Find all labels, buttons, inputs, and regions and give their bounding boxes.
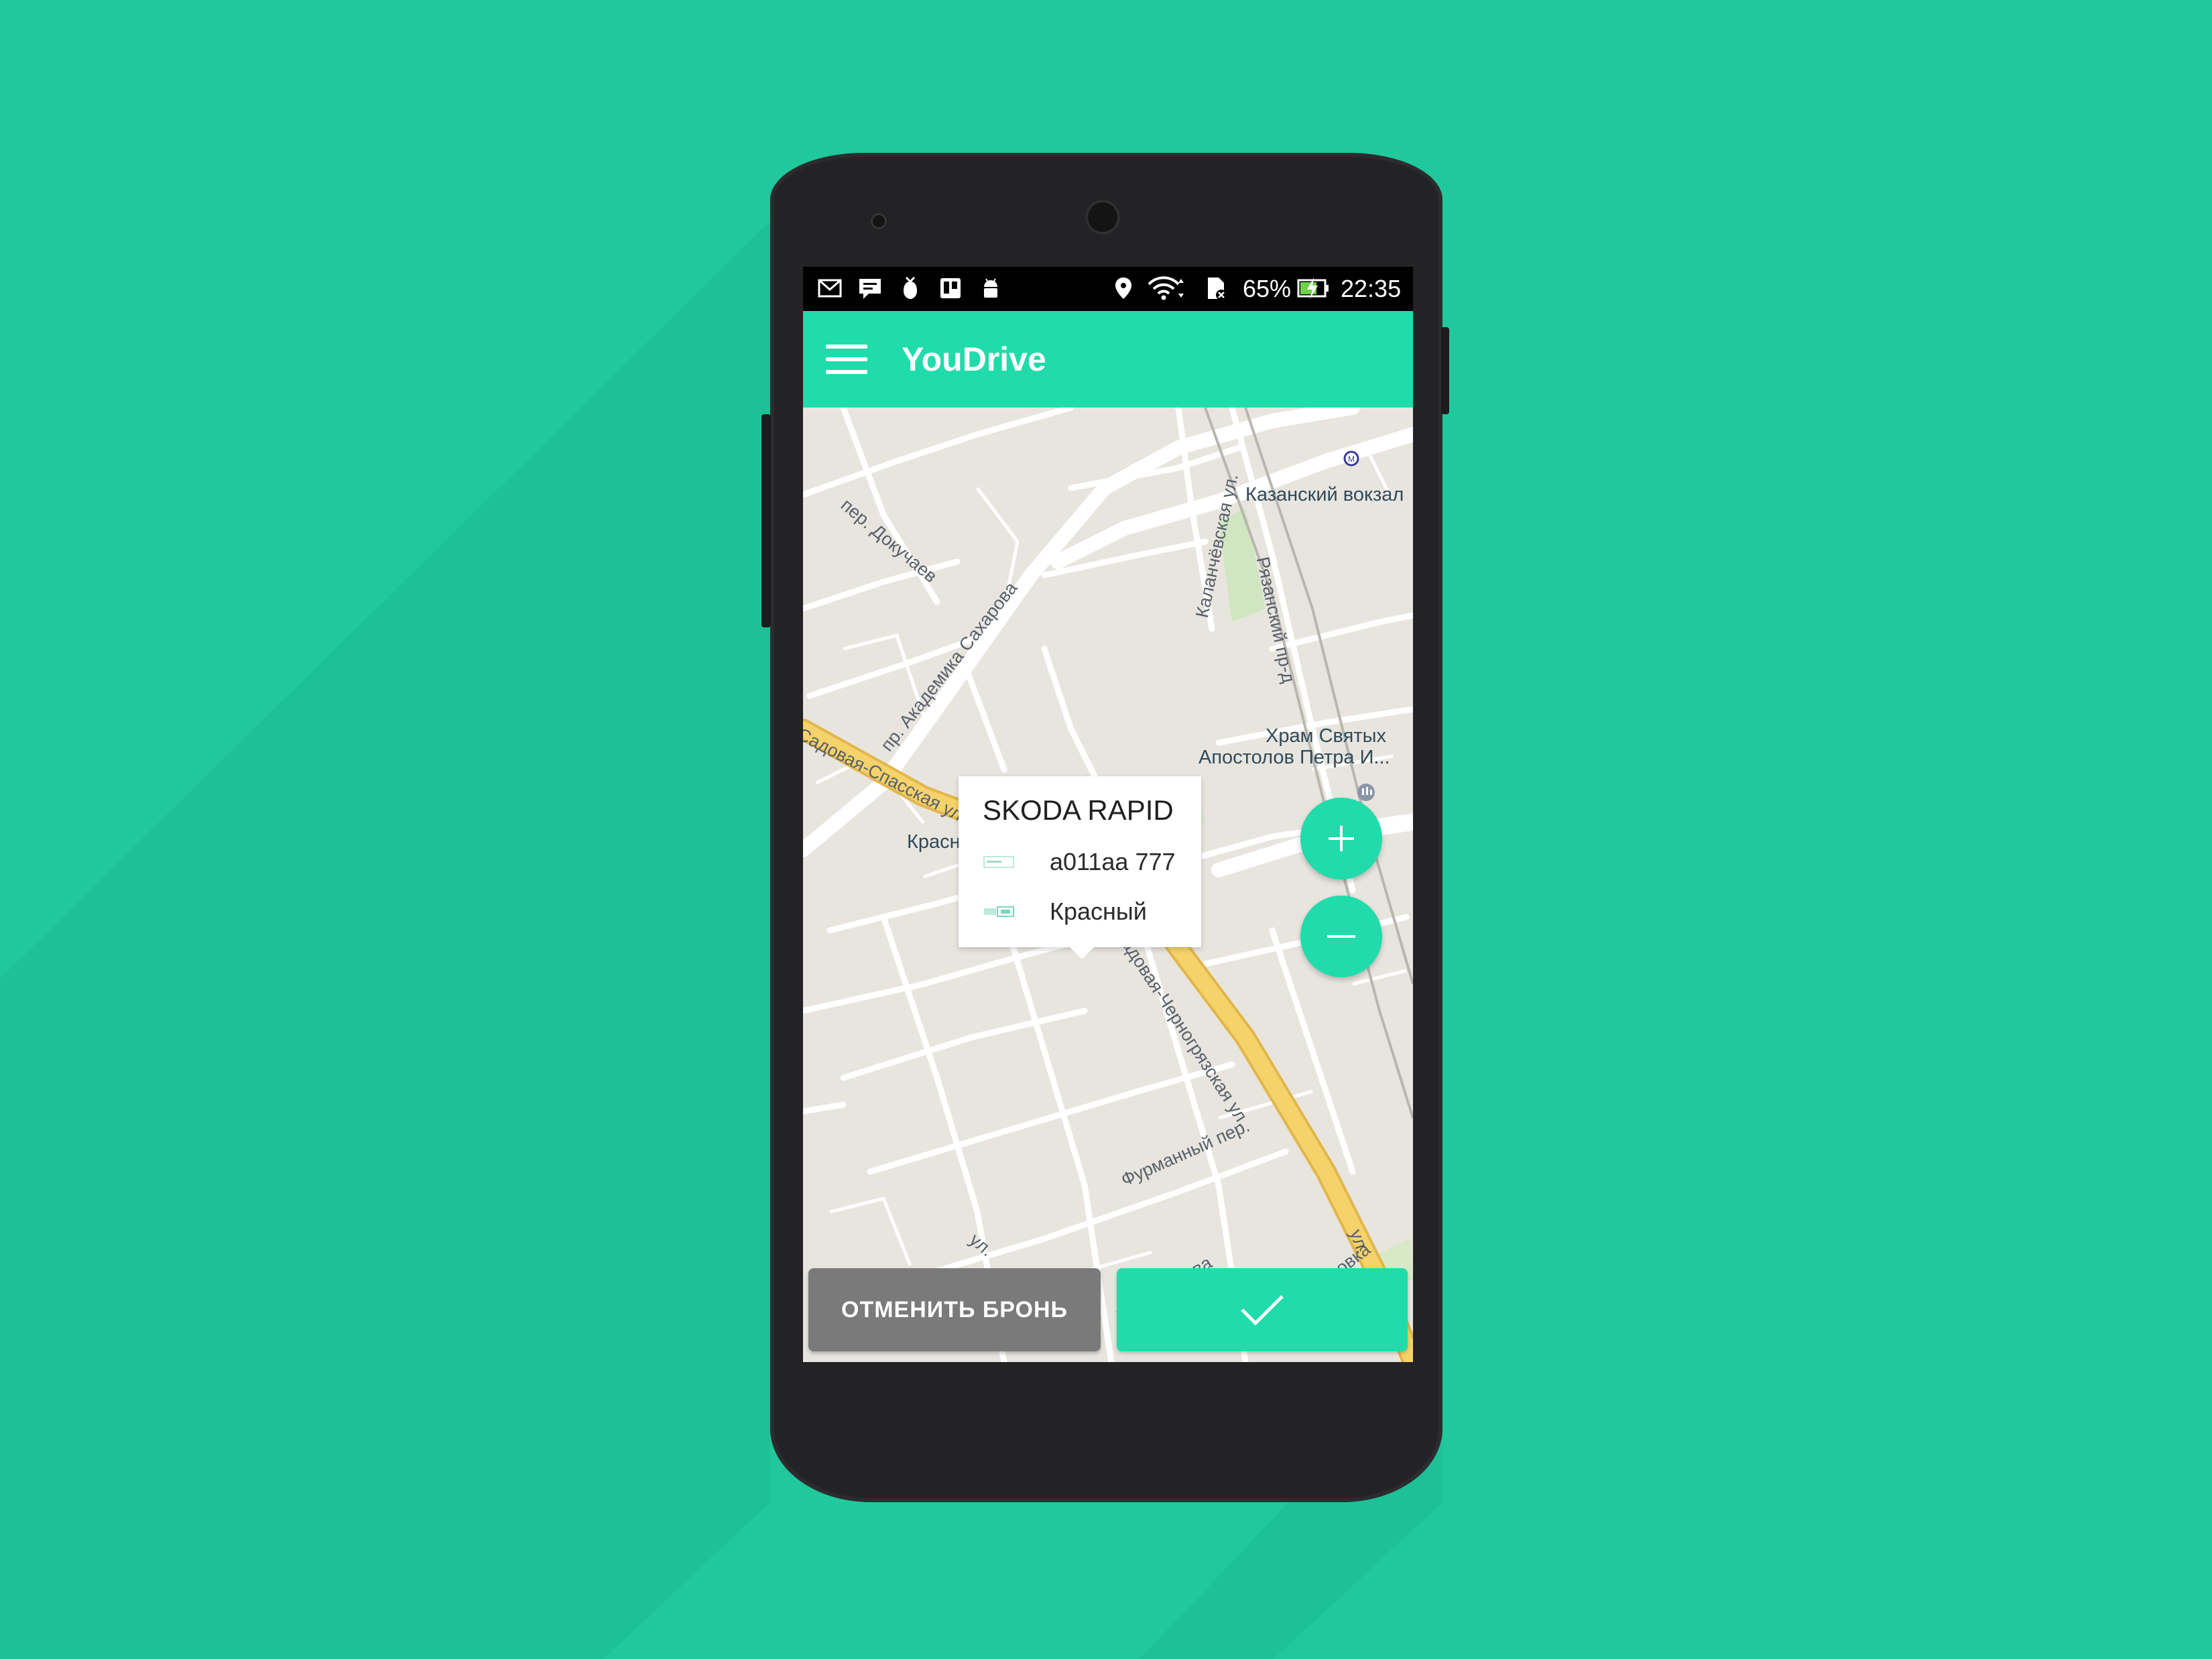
android-icon [984,278,997,298]
church-icon [1357,784,1375,801]
car-plate: a011aa 777 [1050,848,1176,875]
metro-icon: M [1343,450,1359,467]
map-label-hram-line1: Храм Святых [1266,725,1386,747]
battery-icon [1297,278,1329,299]
cancel-booking-button[interactable]: ОТМЕНИТЬ БРОНЬ [808,1268,1101,1351]
trello-icon [940,278,961,298]
map-label-hram-line2: Апостолов Петра И... [1199,747,1390,768]
zoom-in-button[interactable] [1300,798,1382,879]
volume-button[interactable] [761,414,771,627]
check-icon [1241,1295,1284,1326]
map-label-kazansky: Казанский вокзал [1245,484,1404,505]
chat-icon [859,279,881,299]
license-plate-icon [983,856,1014,868]
wifi-icon [1148,276,1184,300]
confirm-button[interactable] [1117,1268,1408,1351]
hamburger-menu-icon[interactable] [826,345,867,374]
zoom-out-button[interactable] [1300,896,1382,977]
svg-text:M: M [1348,454,1355,464]
clock: 22:35 [1341,275,1402,302]
minus-icon [1327,935,1355,938]
location-icon [1115,278,1131,299]
car-info-callout[interactable]: SKODA RAPID a011aa 777 Красный [959,776,1201,959]
app-bar: YouDrive [803,311,1413,408]
screen: 65% 22:35 YouDrive M Казанский вокзал пе… [803,267,1413,1362]
plus-icon [1329,826,1354,851]
car-model: SKODA RAPID [983,794,1174,826]
sim-icon [1208,278,1227,300]
car-color-icon [984,906,1014,917]
notification-icon [904,276,917,299]
earpiece [1085,200,1120,235]
power-button[interactable] [1441,327,1449,414]
battery-percent: 65% [1243,275,1292,302]
front-camera [871,213,887,229]
gmail-icon [818,279,842,298]
status-bar: 65% 22:35 [803,267,1413,311]
car-color: Красный [1050,898,1147,925]
app-title: YouDrive [902,341,1046,378]
map-view[interactable]: M M Казанский вокзал пер. Докучаев пр. А… [803,408,1413,1362]
